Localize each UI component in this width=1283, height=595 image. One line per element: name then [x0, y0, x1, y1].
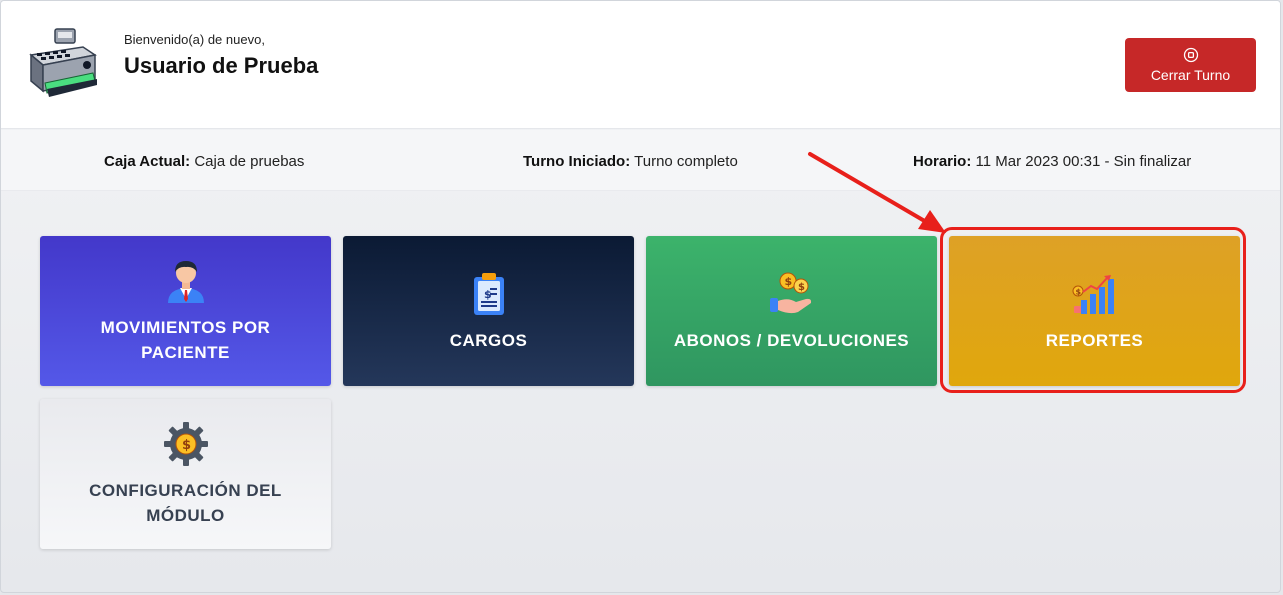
tile-abonos-devoluciones[interactable]: $ $ ABONOS / DEVOLUCIONES	[646, 236, 937, 386]
close-shift-button[interactable]: Cerrar Turno	[1125, 38, 1256, 92]
schedule-value: 11 Mar 2023 00:31 - Sin finalizar	[975, 153, 1192, 170]
user-name: Usuario de Prueba	[124, 53, 319, 78]
svg-text:$: $	[1075, 287, 1081, 296]
shift-info-bar: Caja Actual: Caja de pruebas Turno Inici…	[1, 130, 1280, 191]
shift-label: Turno Iniciado:	[523, 153, 631, 170]
header: Bienvenido(a) de nuevo, Usuario de Prueb…	[1, 1, 1280, 129]
shift-value: Turno completo	[634, 153, 738, 170]
tile-cargos-label: CARGOS	[449, 330, 528, 350]
svg-text:$: $	[784, 275, 792, 288]
cash-register-icon	[29, 28, 97, 97]
tile-movimientos-line2: PACIENTE	[141, 343, 230, 362]
tile-abonos-label: ABONOS / DEVOLUCIONES	[673, 330, 910, 350]
tile-config-label: CONFIGURACIÓN DEL MÓDULO	[89, 478, 282, 528]
svg-text:$: $	[798, 282, 805, 293]
growth-chart-icon: $	[1072, 274, 1114, 314]
schedule-label: Horario:	[913, 153, 972, 170]
tile-configuracion-modulo[interactable]: $ CONFIGURACIÓN DEL MÓDULO	[40, 399, 331, 549]
tile-movimientos-por-paciente[interactable]: MOVIMIENTOS POR PACIENTE	[40, 236, 331, 386]
svg-text:$: $	[182, 438, 191, 453]
register-label: Caja Actual:	[104, 153, 191, 170]
person-icon	[167, 261, 204, 303]
app-frame: Bienvenido(a) de nuevo, Usuario de Prueb…	[0, 0, 1281, 593]
tile-movimientos-line1: MOVIMIENTOS POR	[100, 318, 271, 337]
tile-config-line1: CONFIGURACIÓN DEL	[89, 481, 282, 500]
clipboard-invoice-icon: $	[473, 272, 504, 315]
tile-movimientos-label: MOVIMIENTOS POR PACIENTE	[101, 315, 271, 365]
welcome-text: Bienvenido(a) de nuevo,	[124, 32, 265, 47]
tile-reportes-label: REPORTES	[1045, 330, 1144, 350]
gear-coin-icon: $	[163, 422, 208, 466]
tile-reportes[interactable]: $ REPORTES	[949, 236, 1240, 386]
tile-cargos[interactable]: $ CARGOS	[343, 236, 634, 386]
schedule: Horario: 11 Mar 2023 00:31 - Sin finaliz…	[913, 153, 1191, 170]
tile-config-line2: MÓDULO	[146, 506, 225, 525]
close-shift-label: Cerrar Turno	[1150, 67, 1231, 83]
stop-circle-icon	[1183, 47, 1198, 63]
shift-started: Turno Iniciado: Turno completo	[523, 153, 738, 170]
hand-coins-icon: $ $	[769, 272, 811, 313]
register-value: Caja de pruebas	[194, 153, 305, 170]
current-register: Caja Actual: Caja de pruebas	[104, 153, 304, 170]
